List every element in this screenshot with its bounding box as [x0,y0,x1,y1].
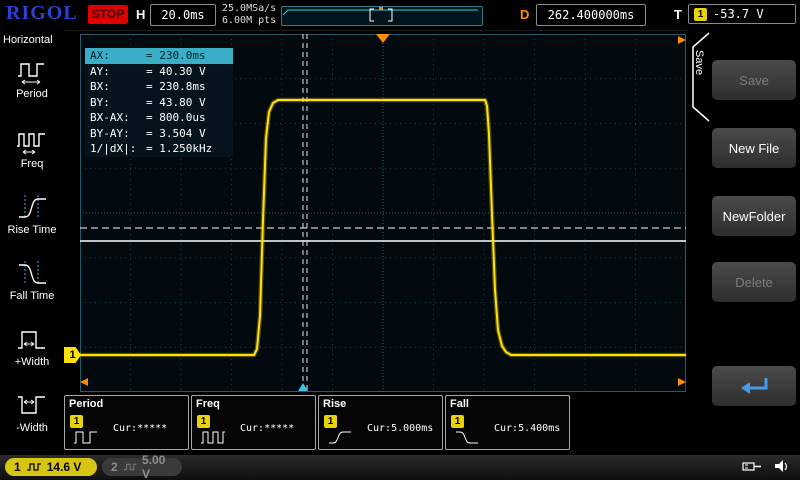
sidebar-title: Horizontal [3,34,53,46]
freq-icon [15,126,49,156]
oscilloscope-screen: RIGOL STOP H 20.0ms 25.0MSa/s6.00M pts D… [0,0,800,480]
coupling-icon [26,462,42,472]
rise-time-icon [15,192,49,222]
plus-width-icon [15,324,49,354]
menu-tab-label: Save [693,50,705,75]
top-status-bar: RIGOL STOP H 20.0ms 25.0MSa/s6.00M pts D… [0,0,800,31]
rise-waveform-icon [327,428,353,446]
fall-waveform-icon [454,428,480,446]
usb-icon [742,459,762,473]
trigger-label: T [674,7,682,22]
menu-tab-save[interactable]: Save [688,32,710,122]
meas-title: Freq [196,398,220,410]
delay-value[interactable]: 262.400000ms [536,4,646,26]
channel-badge: 1 [197,415,210,428]
rigol-logo: RIGOL [6,2,78,25]
softkey-save[interactable]: Save [712,60,796,100]
trigger-source-badge: 1 [694,8,707,21]
timebase-value[interactable]: 20.0ms [150,4,216,26]
meas-box-period[interactable]: Period 1 Cur:***** Avg:***** Max:***** M… [64,395,189,450]
meas-title: Rise [323,398,346,410]
sidebar-item-label: Rise Time [8,224,57,236]
coupling-icon [123,462,137,472]
thumbnail-waveform [283,10,478,15]
run-state-badge[interactable]: STOP [88,5,128,24]
meas-box-rise[interactable]: Rise 1 Cur:5.000ms Avg:5.000ms Max:5.000… [318,395,443,450]
softkey-new-folder[interactable]: NewFolder [712,196,796,236]
trigger-info[interactable]: 1 -53.7 V [688,4,796,24]
window-brackets [370,9,392,21]
channel-number: 1 [14,460,21,474]
cursor-row-byay: BY-AY:= 3.504 V [85,126,233,142]
channel-scale: 5.00 V [142,453,173,480]
cursor-row-ay: AY:= 40.30 V [85,64,233,80]
channel-badge: 1 [324,415,337,428]
channel1-ground-marker[interactable]: 1 [64,347,81,363]
cursor-row-by: BY:= 43.80 V [85,95,233,111]
softkey-new-file[interactable]: New File [712,128,796,168]
channel-number: 2 [111,460,118,474]
horizontal-label: H [136,7,145,22]
sidebar-item-period[interactable]: Period [0,56,64,100]
meas-box-fall[interactable]: Fall 1 Cur:5.400ms Avg:5.400ms Max:5.400… [445,395,570,450]
meas-box-freq[interactable]: Freq 1 Cur:***** Avg:***** Max:***** Min… [191,395,316,450]
sidebar-item-label: Fall Time [10,290,55,302]
fall-time-icon [15,258,49,288]
sidebar-item-label: -Width [16,422,48,434]
menu-tab-shape [688,32,710,122]
sidebar-item-neg-width[interactable]: -Width [0,390,64,434]
sidebar-item-label: Freq [21,158,44,170]
trigger-level-value: -53.7 V [713,7,764,21]
freq-waveform-icon [200,428,226,446]
channel1-status[interactable]: 1 14.6 V [5,458,97,476]
sidebar-item-label: Period [16,88,48,100]
period-waveform-icon [73,428,99,446]
cursor-row-inv-dx: 1/|dX|:= 1.250kHz [85,141,233,157]
sidebar-item-freq[interactable]: Freq [0,126,64,170]
soft-menu: Save Save New File NewFolder Delete [688,30,800,455]
bottom-status-bar: 1 14.6 V 2 5.00 V [0,455,800,480]
period-icon [15,56,49,86]
channel-badge: 1 [451,415,464,428]
thumbnail-trigger-tick [379,7,383,10]
speaker-icon [774,459,792,473]
cursor-row-bxax: BX-AX:= 800.0us [85,110,233,126]
sidebar-item-rise-time[interactable]: Rise Time [0,192,64,236]
sidebar-item-pos-width[interactable]: +Width [0,324,64,368]
return-arrow-icon [736,375,772,397]
cursor-row-bx: BX:= 230.8ms [85,79,233,95]
cursor-row-ax: AX:= 230.0ms [85,48,233,64]
memory-position-thumbnail[interactable] [281,6,483,26]
minus-width-icon [15,390,49,420]
delay-label: D [520,7,529,22]
sidebar-item-fall-time[interactable]: Fall Time [0,258,64,302]
cursor-readout-panel: AX:= 230.0ms AY:= 40.30 V BX:= 230.8ms B… [85,48,233,157]
softkey-back[interactable] [712,366,796,406]
meas-title: Period [69,398,103,410]
channel-badge: 1 [70,415,83,428]
measure-sidebar: Horizontal Period Freq Rise Time [0,30,64,455]
sidebar-item-label: +Width [15,356,50,368]
sample-rate-info: 25.0MSa/s6.00M pts [222,3,276,27]
softkey-delete[interactable]: Delete [712,262,796,302]
meas-title: Fall [450,398,469,410]
channel2-status[interactable]: 2 5.00 V [102,458,182,476]
channel-scale: 14.6 V [47,460,82,474]
